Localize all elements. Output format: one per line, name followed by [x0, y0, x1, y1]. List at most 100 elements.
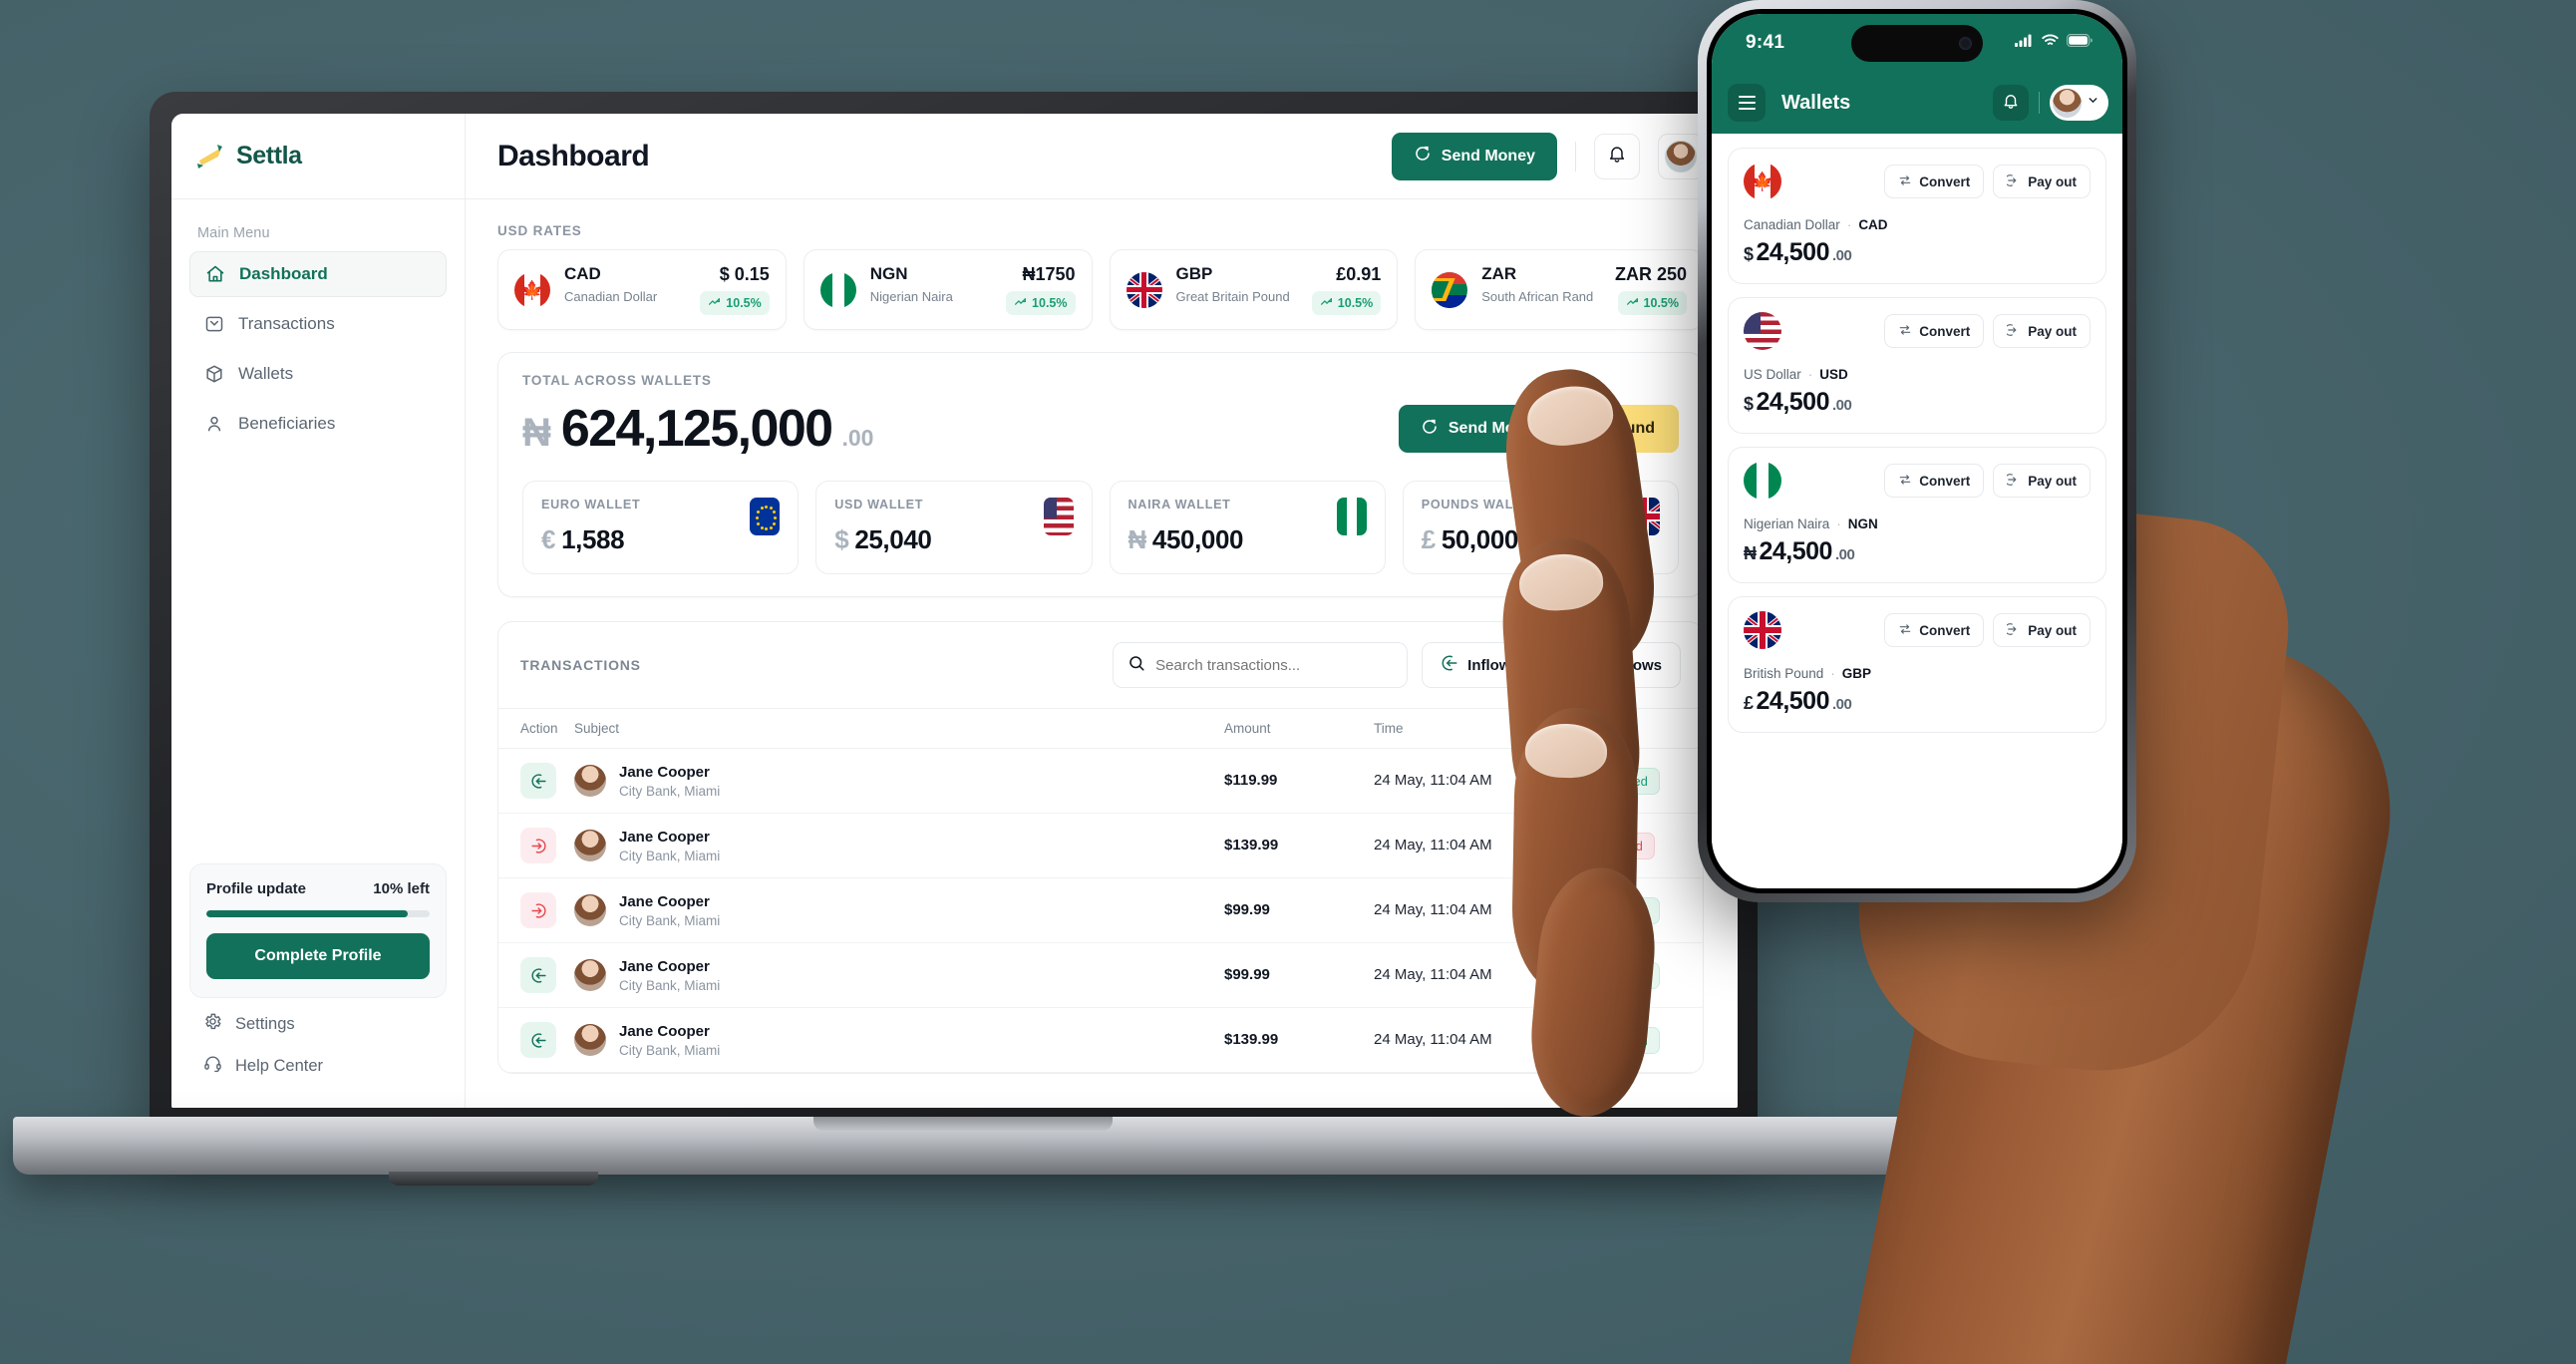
bell-icon — [1607, 144, 1627, 169]
profile-update-card: Profile update 10% left Complete Profile — [189, 863, 447, 998]
rate-name: South African Rand — [1481, 289, 1594, 304]
phone-wallet-code: NGN — [1847, 516, 1878, 531]
payout-button[interactable]: Pay out — [1993, 165, 2091, 198]
phone-wallet-amount: 24,500 — [1756, 687, 1830, 715]
send-money-label: Send Money — [1441, 147, 1535, 165]
search-box[interactable] — [1113, 642, 1409, 688]
phone-screen: 9:41 Wallets 🍁 Convert Pay out Canadian … — [1712, 14, 2122, 888]
sidebar-item-wallets[interactable]: Wallets — [189, 351, 447, 397]
notifications-button[interactable] — [1594, 133, 1640, 179]
inflow-icon — [520, 1022, 556, 1058]
top-bar-actions: Send Money — [1391, 132, 1704, 180]
rate-change: 10.5% — [1006, 291, 1076, 315]
phone-wallet-card[interactable]: 🍁 Convert Pay out Canadian Dollar · CAD $24,50… — [1728, 148, 2106, 284]
sidebar-item-dashboard[interactable]: Dashboard — [189, 251, 447, 297]
wallet-amount: €1,588 — [541, 524, 640, 555]
table-row[interactable]: Jane Cooper City Bank, Miami $139.99 24 May… — [498, 1007, 1703, 1073]
rate-card[interactable]: GBP Great Britain Pound £0.91 10.5% — [1109, 249, 1399, 330]
rate-code: GBP — [1175, 264, 1213, 283]
phone-account-button[interactable] — [2050, 85, 2108, 121]
payout-button[interactable]: Pay out — [1993, 464, 2091, 498]
search-icon — [1127, 654, 1145, 677]
inflow-icon — [520, 763, 556, 799]
phone-wallet-code: CAD — [1858, 217, 1888, 232]
phone-wallet-symbol: $ — [1744, 244, 1754, 264]
phone-wallet-cents: .00 — [1831, 247, 1852, 264]
phone-wallet-card[interactable]: Convert Pay out Nigerian Naira · NGN ₦ 24,500.… — [1728, 447, 2106, 583]
chevron-down-icon — [2087, 94, 2099, 112]
wallet-amount-value: 50,000 — [1441, 524, 1519, 554]
avatar — [574, 830, 606, 861]
convert-button[interactable]: Convert — [1884, 165, 1985, 198]
complete-profile-button[interactable]: Complete Profile — [206, 933, 430, 979]
send-money-button[interactable]: Send Money — [1391, 132, 1557, 180]
phone-notifications-button[interactable] — [1993, 85, 2029, 121]
convert-button[interactable]: Convert — [1884, 613, 1985, 647]
transaction-bank: City Bank, Miami — [619, 848, 721, 863]
search-input[interactable] — [1155, 656, 1394, 674]
flag-icon-za — [1432, 271, 1468, 308]
total-label: TOTAL ACROSS WALLETS — [522, 373, 712, 388]
payout-button[interactable]: Pay out — [1993, 314, 2091, 348]
transactions-title: TRANSACTIONS — [520, 657, 641, 673]
phone-wallet-name: Nigerian Naira — [1744, 516, 1830, 531]
rate-change: 10.5% — [700, 291, 770, 315]
payout-icon — [2004, 473, 2021, 490]
convert-button[interactable]: Convert — [1884, 464, 1985, 498]
transaction-bank: City Bank, Miami — [619, 977, 721, 993]
sidebar-item-help-center[interactable]: Help Center — [203, 1054, 439, 1078]
phone-wallet-name: Canadian Dollar — [1744, 217, 1840, 232]
wallet-amount-value: 1,588 — [561, 524, 625, 554]
transaction-amount: $119.99 — [1224, 772, 1278, 789]
convert-button[interactable]: Convert — [1884, 314, 1985, 348]
outflow-icon — [520, 828, 556, 863]
outflow-icon — [520, 892, 556, 928]
phone-wallet-card[interactable]: Convert Pay out British Pound · GBP £24,500.0… — [1728, 596, 2106, 733]
rate-card[interactable]: 🍁 CAD Canadian Dollar $ 0.15 10.5% — [497, 249, 787, 330]
separator-dot: · — [1830, 666, 1835, 681]
dynamic-island — [1851, 25, 1983, 62]
separator-dot: · — [1846, 217, 1852, 232]
convert-label: Convert — [1919, 622, 1971, 638]
wallet-card[interactable]: EURO WALLET €1,588 — [522, 481, 800, 574]
phone-wallet-cents: .00 — [1834, 546, 1855, 563]
wallet-amount-value: 25,040 — [854, 524, 932, 554]
flag-icon-eu — [750, 498, 781, 535]
wallet-card[interactable]: USD WALLET $25,040 — [815, 481, 1093, 574]
wallet-label: EURO WALLET — [541, 498, 641, 512]
usd-rates-row: 🍁 CAD Canadian Dollar $ 0.15 10.5% NGN Nigeria… — [497, 249, 1704, 330]
total-amount-value: 624,125,000 — [560, 400, 833, 458]
profile-progress-bar — [206, 910, 430, 917]
fingernail — [1524, 723, 1608, 779]
page-title: Dashboard — [497, 139, 650, 172]
flag-icon-us — [1744, 312, 1781, 350]
flag-icon-us — [1043, 498, 1074, 535]
inflow-icon — [520, 957, 556, 993]
wallet-amount: $25,040 — [834, 524, 932, 555]
payout-label: Pay out — [2028, 173, 2077, 189]
sidebar-item-transactions[interactable]: Transactions — [189, 301, 447, 347]
rate-code: NGN — [869, 264, 908, 283]
rate-card[interactable]: NGN Nigerian Naira ₦1750 10.5% — [803, 249, 1093, 330]
rate-value: $ 0.15 — [719, 264, 770, 284]
sidebar-item-label: Dashboard — [239, 264, 328, 283]
profile-update-remaining: 10% left — [373, 880, 430, 897]
usd-rates-label: USD RATES — [497, 223, 582, 238]
brand-logo[interactable]: Settla — [171, 114, 465, 199]
phone-status-bar: 9:41 — [1712, 14, 2122, 72]
avatar — [574, 894, 606, 926]
wallet-card[interactable]: NAIRA WALLET ₦ 450,000 — [1109, 481, 1386, 574]
hamburger-icon[interactable] — [1728, 84, 1766, 122]
payout-button[interactable]: Pay out — [1993, 613, 2091, 647]
convert-icon — [1898, 173, 1912, 190]
transaction-amount: $139.99 — [1224, 837, 1279, 853]
avatar — [574, 765, 606, 797]
rate-name: Nigerian Naira — [869, 289, 953, 304]
sidebar-item-settings[interactable]: Settings — [203, 1012, 439, 1036]
transaction-time: 24 May, 11:04 AM — [1374, 772, 1492, 789]
phone-wallet-card[interactable]: Convert Pay out US Dollar · USD $24,500.00 — [1728, 297, 2106, 434]
trend-up-icon — [1320, 295, 1333, 311]
flag-icon-ng — [1336, 498, 1367, 535]
phone-wallet-code: USD — [1819, 367, 1848, 382]
sidebar-item-beneficiaries[interactable]: Beneficiaries — [189, 401, 447, 447]
